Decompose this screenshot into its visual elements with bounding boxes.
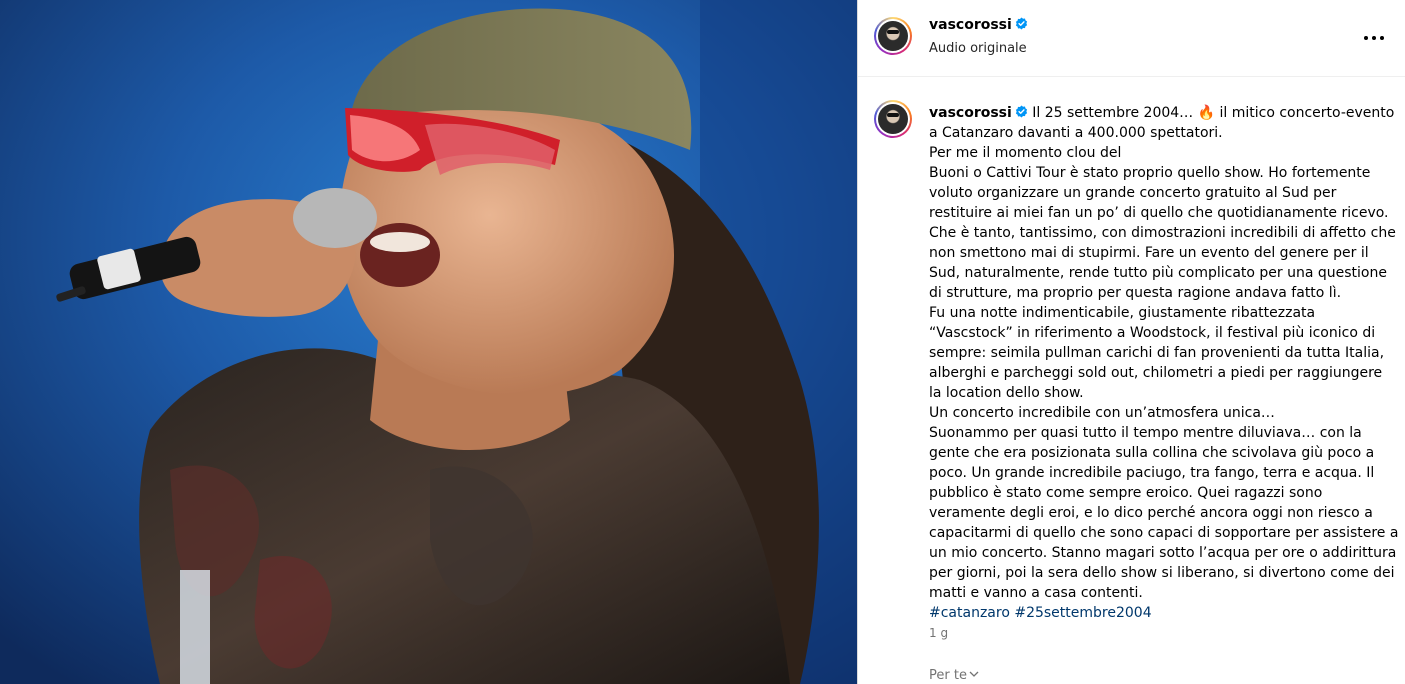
verified-badge-icon [1015, 17, 1027, 30]
for-you-label: Per te [929, 668, 967, 683]
hashtag-25settembre2004[interactable]: #25settembre2004 [1014, 605, 1151, 621]
audio-label[interactable]: Audio originale [929, 41, 1027, 56]
caption-text-3: Buoni o Cattivi Tour è stato proprio que… [929, 165, 1396, 301]
caption-text-6: Suonammo per quasi tutto il tempo mentre… [929, 425, 1399, 601]
avatar-image [878, 21, 908, 51]
caption-text-4: Fu una notte indimenticabile, giustament… [929, 305, 1385, 401]
post-time[interactable]: 1 g [929, 626, 948, 640]
caption-paragraph-1: vascorossi Il 25 settembre 2004… 🔥 il mi… [929, 103, 1399, 143]
caption-avatar-image [878, 104, 908, 134]
header-username[interactable]: vascorossi [929, 17, 1012, 33]
caption-text-2: Per me il momento clou del [929, 145, 1122, 161]
caption-avatar[interactable] [874, 100, 912, 138]
for-you-dropdown[interactable]: Per te [929, 668, 979, 683]
more-options-icon[interactable] [1364, 28, 1386, 48]
header-username-row[interactable]: vascorossi [929, 17, 1028, 33]
post-viewer: vascorossi Audio originale vascorossi Il… [0, 0, 1405, 684]
avatar[interactable] [874, 17, 912, 55]
post-caption: vascorossi Il 25 settembre 2004… 🔥 il mi… [929, 103, 1399, 623]
post-side-panel: vascorossi Audio originale vascorossi Il… [857, 0, 1405, 684]
post-header: vascorossi Audio originale [858, 0, 1405, 77]
post-media-video[interactable] [0, 0, 857, 684]
concert-photo [0, 0, 857, 684]
verified-badge-icon [1015, 105, 1027, 118]
caption-text-5: Un concerto incredibile con un’atmosfera… [929, 405, 1275, 421]
hashtag-catanzaro[interactable]: #catanzaro [929, 605, 1010, 621]
caption-hashtags: #catanzaro #25settembre2004 [929, 603, 1399, 623]
caption-username[interactable]: vascorossi [929, 105, 1012, 121]
chevron-down-icon [969, 671, 979, 677]
